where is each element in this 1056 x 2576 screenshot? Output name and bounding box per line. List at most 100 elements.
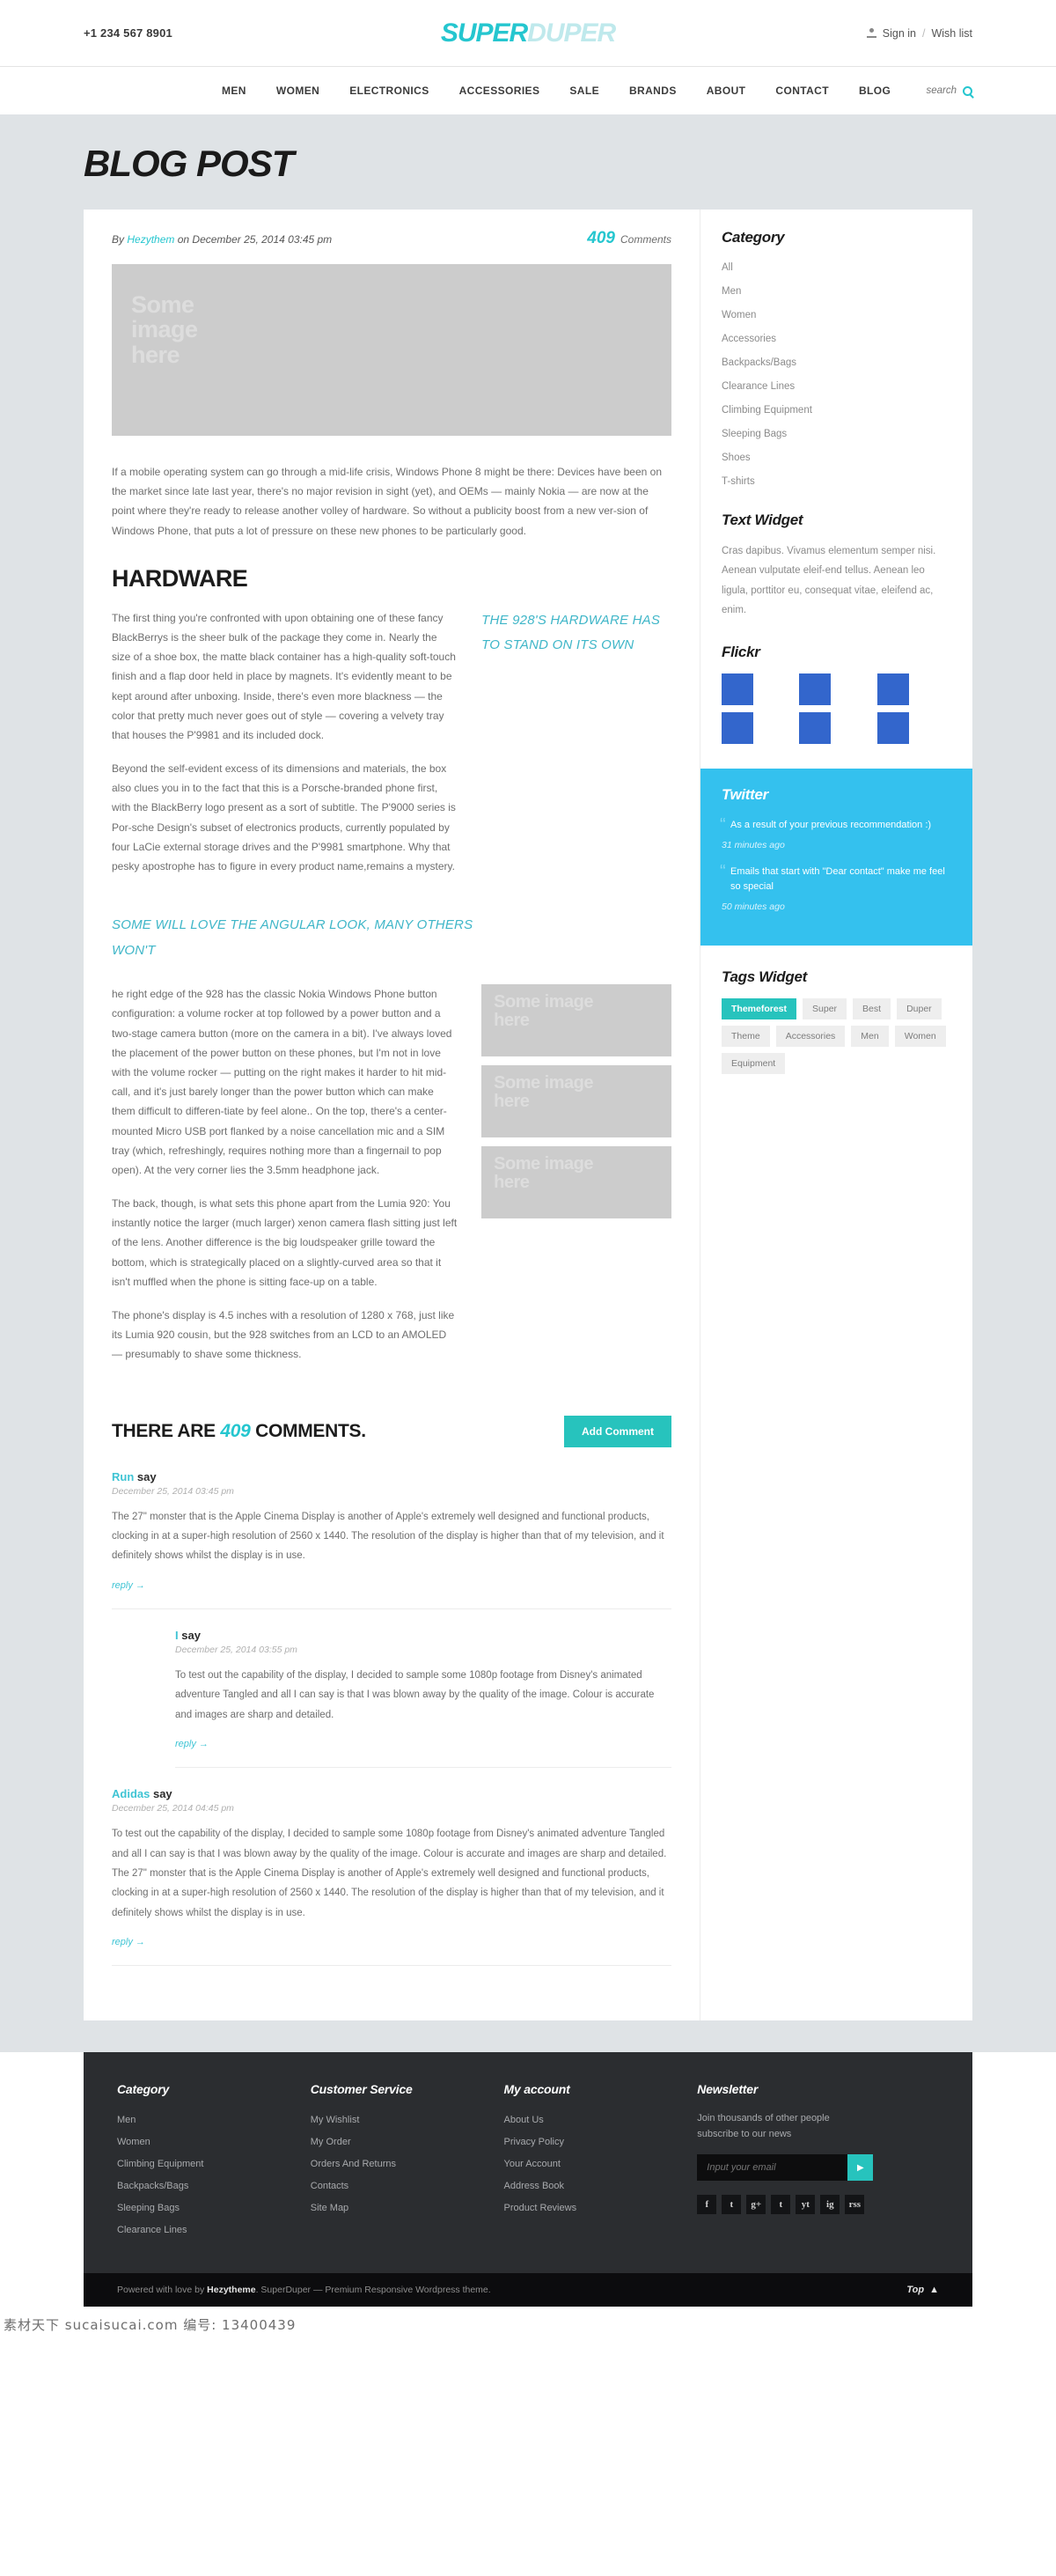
comment-author-name[interactable]: Run xyxy=(112,1470,134,1483)
list-item: Women xyxy=(117,2133,311,2149)
nav-item-sale[interactable]: SALE xyxy=(554,85,614,97)
footer-link-orders-returns[interactable]: Orders And Returns xyxy=(311,2159,396,2169)
youtube-icon[interactable]: yt xyxy=(796,2195,816,2215)
google-plus-icon[interactable]: g+ xyxy=(746,2195,766,2215)
tag-theme[interactable]: Theme xyxy=(722,1026,770,1048)
footer-link-sleeping[interactable]: Sleeping Bags xyxy=(117,2203,180,2213)
footer-link-backpacks[interactable]: Backpacks/Bags xyxy=(117,2181,188,2191)
back-to-top-label: Top xyxy=(906,2285,925,2296)
tag-super[interactable]: Super xyxy=(803,998,847,1020)
comment-reply-link[interactable]: reply → xyxy=(112,1937,145,1947)
comment-reply-link[interactable]: reply → xyxy=(175,1739,209,1749)
category-link-men[interactable]: Men xyxy=(722,286,741,297)
search-input[interactable] xyxy=(907,85,957,96)
comment-date: December 25, 2014 04:45 pm xyxy=(112,1803,234,1814)
category-link-shoes[interactable]: Shoes xyxy=(722,453,751,463)
category-link-climbing[interactable]: Climbing Equipment xyxy=(722,405,812,416)
comment-text: The 27" monster that is the Apple Cinema… xyxy=(112,1511,664,1562)
search-icon[interactable] xyxy=(962,85,972,96)
footer-link-privacy-policy[interactable]: Privacy Policy xyxy=(504,2137,564,2147)
twitter-icon[interactable]: t xyxy=(722,2195,742,2215)
byline-author[interactable]: Hezythem xyxy=(127,233,174,246)
footer-link-site-map[interactable]: Site Map xyxy=(311,2203,348,2213)
tweet-item: As a result of your previous recommendat… xyxy=(720,816,950,850)
tag-best[interactable]: Best xyxy=(853,998,891,1020)
footer-links-customer-service: My Wishlist My Order Orders And Returns … xyxy=(311,2111,504,2215)
nav-item-men[interactable]: MEN xyxy=(207,85,261,97)
nav-item-brands[interactable]: BRANDS xyxy=(614,85,692,97)
tag-equipment[interactable]: Equipment xyxy=(722,1053,786,1075)
tumblr-icon[interactable]: t xyxy=(771,2195,791,2215)
nav-item-accessories[interactable]: ACCESSORIES xyxy=(444,85,555,97)
tag-duper[interactable]: Duper xyxy=(897,998,942,1020)
tag-women[interactable]: Women xyxy=(894,1026,946,1048)
instagram-icon[interactable]: ig xyxy=(820,2195,840,2215)
comment-text: To test out the capability of the displa… xyxy=(175,1669,655,1720)
list-item: Climbing Equipment xyxy=(722,401,948,417)
footer-link-product-reviews[interactable]: Product Reviews xyxy=(504,2203,577,2213)
comment-author-name[interactable]: I xyxy=(175,1629,179,1642)
post-intro-paragraph: If a mobile operating system can go thro… xyxy=(112,466,662,537)
category-link-tshirts[interactable]: T-shirts xyxy=(722,476,755,487)
category-link-sleeping-bags[interactable]: Sleeping Bags xyxy=(722,429,787,439)
flickr-thumb[interactable] xyxy=(799,673,832,705)
flickr-thumb[interactable] xyxy=(876,673,909,705)
tag-men[interactable]: Men xyxy=(851,1026,889,1048)
social-links: f t g+ t yt ig rss xyxy=(697,2195,939,2215)
tag-themeforest[interactable]: Themeforest xyxy=(722,998,797,1020)
copyright-brand[interactable]: Hezytheme xyxy=(207,2285,255,2295)
main-nav-bar: MEN WOMEN ELECTRONICS ACCESSORIES SALE B… xyxy=(0,66,1056,114)
nav-item-women[interactable]: WOMEN xyxy=(261,85,334,97)
back-to-top-link[interactable]: Top ▲ xyxy=(906,2285,939,2295)
facebook-icon[interactable]: f xyxy=(697,2195,717,2215)
post-section-title: HARDWARE xyxy=(112,564,248,592)
sign-in-link[interactable]: Sign in xyxy=(883,27,916,40)
comment-say-label: say xyxy=(152,1787,172,1801)
category-link-accessories[interactable]: Accessories xyxy=(722,334,776,344)
site-footer: Category Men Women Climbing Equipment Ba… xyxy=(84,2052,972,2274)
flickr-thumb[interactable] xyxy=(722,711,753,744)
add-comment-button[interactable]: Add Comment xyxy=(564,1415,671,1447)
rss-icon[interactable]: rss xyxy=(845,2195,865,2215)
footer-link-climbing[interactable]: Climbing Equipment xyxy=(117,2159,203,2169)
footer-link-wishlist[interactable]: My Wishlist xyxy=(311,2115,360,2125)
category-link-all[interactable]: All xyxy=(722,262,733,273)
wish-list-link[interactable]: Wish list xyxy=(931,27,972,40)
nav-item-blog[interactable]: BLOG xyxy=(844,85,906,97)
list-item: Women xyxy=(722,306,948,322)
newsletter-description: Join thousands of other people subscribe… xyxy=(697,2113,830,2139)
footer-link-contacts[interactable]: Contacts xyxy=(311,2181,348,2191)
hero-placeholder-text: Some image here xyxy=(131,291,198,368)
tag-cloud: Themeforest Super Best Duper Theme Acces… xyxy=(722,998,948,1075)
list-item: My Wishlist xyxy=(311,2111,504,2127)
comment-author-name[interactable]: Adidas xyxy=(112,1787,150,1800)
page-banner: BLOG POST xyxy=(0,114,1056,210)
nav-item-electronics[interactable]: ELECTRONICS xyxy=(334,85,444,97)
post-comment-count[interactable]: 409 Comments xyxy=(587,229,671,248)
tag-accessories[interactable]: Accessories xyxy=(775,1026,846,1048)
footer-link-clearance[interactable]: Clearance Lines xyxy=(117,2225,187,2235)
newsletter-email-input[interactable] xyxy=(697,2154,848,2182)
category-link-backpacks[interactable]: Backpacks/Bags xyxy=(722,357,796,368)
list-item: Your Account xyxy=(504,2155,698,2171)
body-text-column: he right edge of the 928 has the classic… xyxy=(112,984,458,1378)
flickr-thumb[interactable] xyxy=(722,673,753,705)
hardware-columns: The first thing you're confronted with u… xyxy=(112,608,671,890)
footer-link-about-us[interactable]: About Us xyxy=(504,2115,544,2125)
newsletter-submit-button[interactable]: ▶ xyxy=(847,2154,874,2182)
footer-link-your-account[interactable]: Your Account xyxy=(504,2159,561,2169)
footer-link-women[interactable]: Women xyxy=(117,2137,150,2147)
flickr-thumb[interactable] xyxy=(876,711,909,744)
category-link-clearance[interactable]: Clearance Lines xyxy=(722,381,795,392)
comment-reply-link[interactable]: reply → xyxy=(112,1580,145,1591)
footer-link-address-book[interactable]: Address Book xyxy=(504,2181,564,2191)
nav-item-contact[interactable]: CONTACT xyxy=(760,85,844,97)
category-link-women[interactable]: Women xyxy=(722,310,756,320)
footer-link-my-order[interactable]: My Order xyxy=(311,2137,351,2147)
flickr-thumb[interactable] xyxy=(799,711,832,744)
list-item: Contacts xyxy=(311,2177,504,2193)
text-widget-body: Cras dapibus. Vivamus elementum semper n… xyxy=(722,546,936,616)
footer-link-men[interactable]: Men xyxy=(117,2115,136,2125)
twitter-widget: Twitter As a result of your previous rec… xyxy=(700,768,972,946)
nav-item-about[interactable]: ABOUT xyxy=(692,85,761,97)
